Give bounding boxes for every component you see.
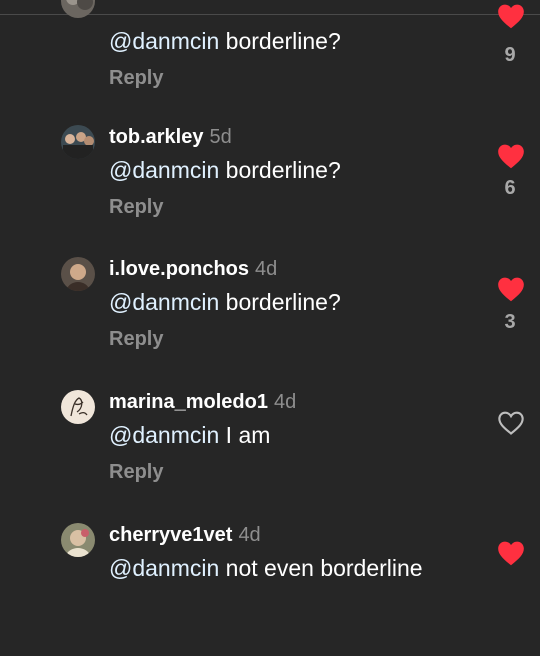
like-count: 3 [504,311,516,333]
mention-link[interactable]: @danmcin [109,28,219,54]
avatar-photo-icon[interactable] [61,0,95,18]
username-link[interactable]: marina_moledo1 [109,391,268,413]
reply-button[interactable]: Reply [109,328,163,351]
comment-body: borderline? [219,28,341,54]
avatar-line-art-icon[interactable] [61,390,95,424]
comment-body: not even borderline [219,555,423,581]
comment-body: borderline? [219,289,341,315]
heart-outline-icon[interactable] [497,410,525,436]
username-link[interactable]: tob.arkley [109,126,203,148]
comment-text: @danmcin I am [109,421,270,449]
heart-filled-icon[interactable] [497,276,525,302]
timestamp: 4d [255,258,278,280]
reply-button[interactable]: Reply [109,67,163,90]
comment-meta: marina_moledo1 4d [109,390,296,414]
like-count: 6 [504,177,516,199]
heart-filled-icon[interactable] [497,540,525,566]
comment-item: cherryve1vet 4d @danmcin not even borderl… [0,523,540,656]
heart-filled-icon[interactable] [497,3,525,29]
comment-item: i.love.ponchos 4d @danmcin borderline? Re… [0,257,540,390]
comment-item: @danmcin borderline? Reply 9 [0,0,540,129]
comment-body: borderline? [219,157,341,183]
comment-body: I am [219,422,271,448]
avatar-group-photo-icon[interactable] [61,125,95,159]
comment-text: @danmcin borderline? [109,27,341,55]
timestamp: 4d [238,524,261,546]
like-count: 9 [504,44,516,66]
comment-item: tob.arkley 5d @danmcin borderline? Reply … [0,125,540,258]
comment-item: marina_moledo1 4d @danmcin I am Reply [0,390,540,523]
comment-meta: tob.arkley 5d [109,125,232,149]
mention-link[interactable]: @danmcin [109,555,219,581]
username-link[interactable]: cherryve1vet [109,524,232,546]
timestamp: 4d [273,391,297,413]
heart-filled-icon[interactable] [497,143,525,169]
username-link[interactable]: i.love.ponchos [109,258,249,280]
mention-link[interactable]: @danmcin [109,422,219,448]
avatar-photo-icon[interactable] [61,523,95,557]
reply-button[interactable]: Reply [109,461,163,484]
comment-text: @danmcin not even borderline [109,554,423,582]
timestamp: 5d [209,126,232,148]
comment-text: @danmcin borderline? [109,288,341,316]
mention-link[interactable]: @danmcin [109,157,219,183]
mention-link[interactable]: @danmcin [109,289,219,315]
reply-button[interactable]: Reply [109,196,163,219]
avatar-photo-icon[interactable] [61,257,95,291]
comment-text: @danmcin borderline? [109,156,341,184]
comment-meta: i.love.ponchos 4d [109,257,277,281]
comment-meta: cherryve1vet 4d [109,523,261,547]
